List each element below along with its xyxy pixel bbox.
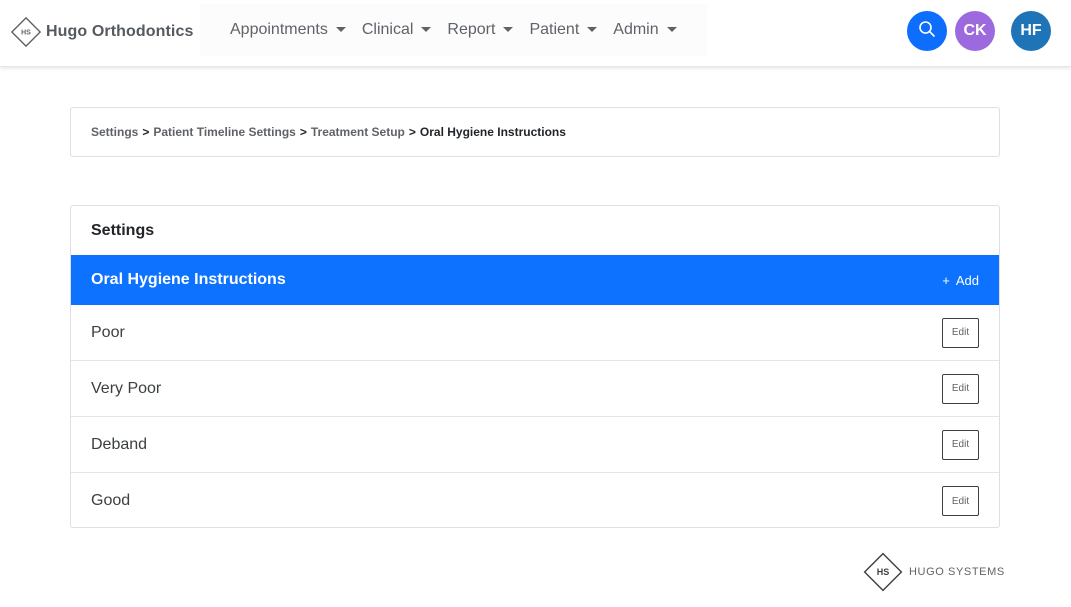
footer-company-name: HUGO SYSTEMS (909, 566, 1005, 578)
hs-logo-icon: HS (10, 16, 42, 48)
edit-button[interactable]: Edit (942, 373, 979, 404)
section-title: Oral Hygiene Instructions (91, 271, 286, 288)
edit-button[interactable]: Edit (942, 486, 979, 516)
list-item-label: Poor (91, 323, 125, 341)
add-button[interactable]: + Add (942, 273, 979, 288)
nav-item-report[interactable]: Report (447, 21, 514, 39)
list-item-label: Deband (91, 435, 148, 453)
settings-card: Settings Oral Hygiene Instructions + Add… (70, 205, 1000, 528)
nav-item-label: Appointments (230, 21, 328, 38)
chevron-down-icon (666, 26, 677, 32)
list-item: Deband Edit (71, 417, 999, 473)
nav-item-label: Report (447, 21, 496, 38)
brand-name: Hugo Orthodontics (46, 23, 194, 40)
list-item: Good Edit (71, 473, 999, 527)
nav-item-clinical[interactable]: Clinical (362, 21, 432, 39)
breadcrumb-separator: > (299, 125, 307, 139)
avatar-hf[interactable]: HF (1011, 11, 1051, 51)
edit-button[interactable]: Edit (942, 317, 979, 348)
list-item-label: Good (91, 492, 131, 509)
list-item: Very Poor Edit (71, 361, 999, 417)
nav-item-label: Admin (613, 21, 659, 38)
nav-item-label: Clinical (361, 21, 414, 38)
hs-logo-icon: HS (862, 551, 904, 593)
search-icon (918, 20, 936, 43)
search-button[interactable] (907, 11, 947, 51)
avatar-ck[interactable]: CK (955, 11, 995, 51)
chevron-down-icon (503, 26, 514, 32)
chevron-down-icon (587, 26, 598, 32)
section-header: Oral Hygiene Instructions + Add (71, 255, 999, 305)
breadcrumb-item-settings[interactable]: Settings (91, 125, 138, 139)
add-button-label: Add (955, 272, 979, 288)
breadcrumb-current: Oral Hygiene Instructions (419, 125, 566, 139)
main-nav-menu: Appointments Clinical Report Patient Adm… (200, 4, 707, 56)
nav-item-patient[interactable]: Patient (529, 21, 598, 39)
svg-text:HS: HS (877, 567, 890, 577)
edit-button[interactable]: Edit (942, 429, 979, 460)
nav-item-appointments[interactable]: Appointments (230, 21, 346, 39)
brand-link[interactable]: HS Hugo Orthodontics (10, 15, 193, 49)
breadcrumb-item-patient-timeline-settings[interactable]: Patient Timeline Settings (153, 125, 295, 139)
top-navbar: HS Hugo Orthodontics Appointments Clinic… (0, 0, 1071, 67)
chevron-down-icon (335, 26, 346, 32)
footer-logo: HS HUGO SYSTEMS (862, 551, 1005, 593)
list-item: Poor Edit (71, 305, 999, 361)
breadcrumb: Settings > Patient Timeline Settings > T… (70, 107, 1000, 157)
list-item-label: Very Poor (91, 379, 162, 397)
card-title: Settings (91, 221, 155, 239)
plus-icon: + (942, 272, 950, 288)
nav-item-admin[interactable]: Admin (613, 21, 677, 39)
chevron-down-icon (421, 26, 432, 32)
breadcrumb-separator: > (142, 125, 150, 139)
breadcrumb-separator: > (408, 125, 416, 139)
breadcrumb-item-treatment-setup[interactable]: Treatment Setup (311, 125, 405, 139)
svg-text:HS: HS (21, 30, 31, 37)
nav-item-label: Patient (529, 21, 580, 38)
